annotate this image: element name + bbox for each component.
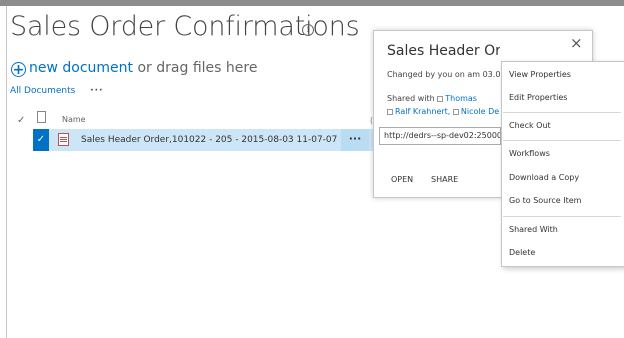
shared-person-link[interactable]: Nicole De bbox=[461, 107, 499, 116]
row-ellipsis-button[interactable]: ··· bbox=[341, 129, 369, 151]
column-header-name[interactable]: Name bbox=[62, 115, 86, 124]
callout-changed-info: Changed by you on am 03.08.2015 bbox=[387, 70, 500, 79]
document-url-field[interactable]: http://dedrs--sp-dev02:25000 bbox=[379, 127, 501, 145]
presence-icon bbox=[437, 96, 444, 102]
info-icon[interactable]: i bbox=[302, 24, 314, 36]
callout-shared-people: Ralf Krahnert, Nicole De bbox=[387, 107, 500, 116]
callout-title: Sales Header Order,101022... bbox=[387, 43, 500, 59]
row-file-name[interactable]: Sales Header Order,101022 - 205 - 2015-0… bbox=[81, 135, 347, 145]
drag-files-hint: or drag files here bbox=[137, 60, 258, 76]
new-document-command: + new document or drag files here bbox=[11, 60, 257, 77]
open-button[interactable]: OPEN bbox=[391, 175, 413, 184]
callout-shared-with: Shared with Thomas bbox=[387, 94, 477, 103]
document-type-icon bbox=[37, 111, 46, 123]
pdf-file-icon bbox=[58, 133, 69, 146]
menu-item-go-to-source[interactable]: Go to Source Item bbox=[509, 196, 581, 205]
plus-circle-icon[interactable]: + bbox=[11, 62, 26, 77]
context-menu bbox=[501, 61, 624, 267]
menu-divider bbox=[503, 112, 621, 113]
menu-item-download-copy[interactable]: Download a Copy bbox=[509, 173, 579, 182]
presence-icon bbox=[387, 109, 393, 115]
menu-item-delete[interactable]: Delete bbox=[509, 248, 535, 257]
menu-item-shared-with[interactable]: Shared With bbox=[509, 225, 558, 234]
view-all-documents[interactable]: All Documents bbox=[10, 86, 75, 96]
close-icon[interactable]: × bbox=[570, 34, 583, 52]
menu-item-check-out[interactable]: Check Out bbox=[509, 121, 551, 130]
menu-item-view-properties[interactable]: View Properties bbox=[509, 70, 571, 79]
menu-item-edit-properties[interactable]: Edit Properties bbox=[509, 93, 567, 102]
view-selector: All Documents ··· bbox=[10, 86, 103, 96]
menu-divider bbox=[503, 216, 621, 217]
presence-icon bbox=[452, 109, 459, 115]
new-document-link[interactable]: new document bbox=[29, 60, 133, 76]
menu-item-workflows[interactable]: Workflows bbox=[509, 149, 550, 158]
row-checkmark-icon[interactable]: ✓ bbox=[33, 129, 49, 151]
menu-divider bbox=[503, 140, 621, 141]
top-border bbox=[0, 0, 624, 6]
left-border bbox=[6, 6, 7, 338]
view-more-ellipsis[interactable]: ··· bbox=[90, 86, 103, 96]
file-name-text[interactable]: Sales Header Order,101022 - 205 - 2015-0… bbox=[81, 135, 337, 145]
select-all-checkmark-icon[interactable]: ✓ bbox=[17, 115, 25, 126]
shared-person-link[interactable]: Thomas bbox=[445, 94, 477, 103]
shared-person-link[interactable]: Ralf Krahnert, bbox=[395, 107, 450, 116]
shared-with-label: Shared with bbox=[387, 94, 435, 103]
share-button[interactable]: SHARE bbox=[431, 175, 458, 184]
